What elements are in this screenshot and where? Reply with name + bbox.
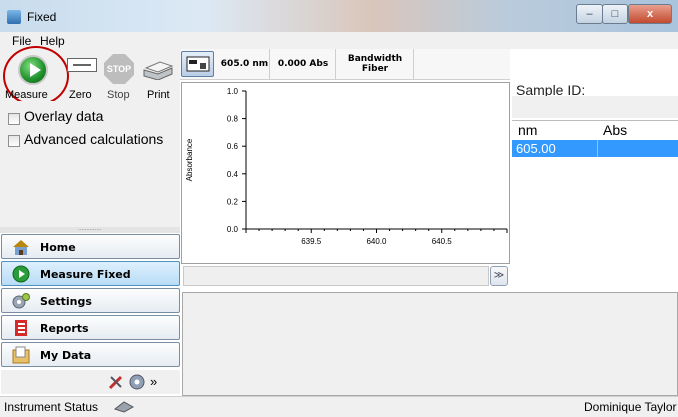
zero-button[interactable]: Zero	[69, 89, 92, 101]
stop-icon[interactable]: STOP	[104, 54, 134, 84]
print-button[interactable]: Print	[147, 89, 170, 101]
nav-reports-label: Reports	[40, 322, 89, 335]
overlay-checkbox[interactable]	[8, 113, 20, 125]
y-tick-label: 0.0	[227, 225, 239, 234]
y-tick-label: 0.2	[227, 197, 239, 206]
nav-settings[interactable]: Settings	[1, 288, 180, 313]
y-tick-label: 0.6	[227, 142, 239, 151]
absorbance-chart: 1.0 0.8 0.6 0.4 0.2 0.0 639.5 640.0 640.5 Absorba…	[185, 87, 508, 246]
instrument-button[interactable]	[181, 51, 214, 77]
nav-settings-label: Settings	[40, 295, 92, 308]
instrument-status: Instrument Status	[4, 400, 99, 414]
measure-button[interactable]: Measure	[5, 89, 48, 101]
measure-status-field	[183, 266, 489, 286]
nav-my-data-label: My Data	[40, 349, 92, 362]
y-axis-label: Absorbance	[185, 138, 194, 181]
grip-dots: ..............	[78, 226, 102, 232]
advanced-label: Advanced calculations	[24, 131, 164, 147]
close-button[interactable]: x	[628, 4, 672, 24]
x-tick-label: 640.0	[366, 237, 387, 246]
absorbance-readout: 0.000 Abs	[271, 49, 336, 80]
nav-home-label: Home	[40, 241, 76, 254]
menu-bar	[0, 32, 678, 49]
column-header-abs[interactable]: Abs	[603, 122, 627, 138]
chart-area: 1.0 0.8 0.6 0.4 0.2 0.0 639.5 640.0 640.5 Absorba…	[181, 82, 510, 264]
stop-button[interactable]: Stop	[107, 89, 130, 101]
home-icon	[13, 240, 29, 255]
y-tick-label: 0.4	[227, 170, 239, 179]
options-gear-icon[interactable]	[128, 373, 146, 391]
nav-home[interactable]: Home	[1, 234, 180, 259]
minimize-button[interactable]: –	[576, 4, 603, 24]
bandwidth-label: Bandwidth	[347, 54, 403, 64]
play-icon	[12, 265, 30, 283]
row-nm-cell: 605.00	[516, 141, 556, 156]
user-name: Dominique Taylor	[584, 400, 677, 414]
row-divider	[597, 140, 598, 157]
bandwidth-header: Bandwidth Fiber	[337, 49, 414, 80]
bottom-panel	[182, 292, 678, 396]
y-tick-label: 0.8	[227, 115, 239, 124]
status-bar	[0, 396, 678, 417]
instrument-icon	[186, 56, 210, 72]
app-icon	[7, 10, 21, 24]
nav-measure-fixed[interactable]: Measure Fixed	[1, 261, 180, 286]
nav-more-icon[interactable]: »	[150, 374, 157, 389]
nav-measure-fixed-label: Measure Fixed	[40, 268, 131, 281]
wavelength-readout: 605.0 nm	[220, 49, 270, 80]
advanced-checkbox[interactable]	[8, 135, 20, 147]
column-header-nm[interactable]: nm	[518, 122, 537, 138]
instrument-status-icon	[114, 401, 134, 413]
nav-reports[interactable]: Reports	[1, 315, 180, 340]
zero-dash-icon	[73, 64, 91, 66]
printer-icon[interactable]	[142, 60, 174, 80]
window-title: Fixed	[27, 10, 57, 24]
sample-id-input[interactable]	[512, 96, 678, 118]
gears-icon	[12, 293, 30, 309]
overlay-label: Overlay data	[24, 108, 104, 124]
x-tick-label: 640.5	[432, 237, 453, 246]
expand-button[interactable]: ≫	[490, 266, 508, 286]
maximize-button[interactable]: □	[602, 4, 628, 24]
report-icon	[15, 320, 27, 336]
x-tick-label: 639.5	[301, 237, 322, 246]
folder-icon	[12, 346, 30, 364]
nav-my-data[interactable]: My Data	[1, 342, 180, 367]
y-tick-label: 1.0	[227, 87, 239, 96]
tools-icon[interactable]	[107, 373, 125, 391]
fiber-label: Fiber	[361, 64, 389, 74]
